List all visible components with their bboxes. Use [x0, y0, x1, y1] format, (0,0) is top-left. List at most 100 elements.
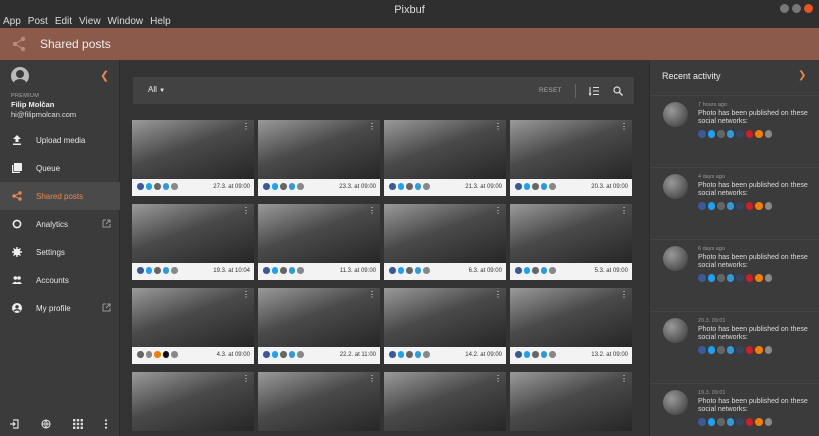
network-icon — [707, 346, 715, 354]
activity-thumbnail — [663, 390, 688, 415]
more-options-icon[interactable]: ⋮ — [494, 122, 502, 131]
more-options-icon[interactable]: ⋮ — [494, 374, 502, 383]
post-card[interactable]: ⋮ 19.3. at 10:04 — [132, 204, 254, 280]
network-icon — [397, 267, 404, 274]
collapse-sidebar-icon[interactable]: ❮ — [100, 69, 109, 82]
post-card[interactable]: ⋮ 20.3. at 09:00 — [510, 120, 632, 196]
network-icon — [707, 274, 715, 282]
more-options-icon[interactable]: ⋮ — [242, 290, 250, 299]
menu-app[interactable]: App — [3, 16, 21, 27]
post-photo — [132, 288, 254, 347]
more-options-icon[interactable]: ⋮ — [242, 374, 250, 383]
more-options-icon[interactable]: ⋮ — [368, 122, 376, 131]
post-card[interactable]: ⋮ — [132, 372, 254, 431]
post-card[interactable]: ⋮ 14.2. at 09:00 — [384, 288, 506, 364]
post-date: 13.2. at 09:00 — [591, 352, 628, 358]
close-button[interactable] — [804, 4, 813, 13]
post-date: 6.3. at 09:00 — [468, 268, 502, 274]
activity-item[interactable]: 4 days ago Photo has been published on th… — [650, 167, 819, 239]
window-title: Pixbuf — [394, 4, 425, 16]
post-card[interactable]: ⋮ — [510, 372, 632, 431]
more-options-icon[interactable]: ⋮ — [620, 122, 628, 131]
network-icon — [288, 351, 295, 358]
maximize-button[interactable] — [792, 4, 801, 13]
post-photo — [258, 120, 380, 179]
title-bar: Pixbuf App Post Edit View Window Help — [0, 0, 819, 28]
post-card[interactable]: ⋮ — [258, 372, 380, 431]
activity-item[interactable]: 6 days ago Photo has been published on th… — [650, 239, 819, 311]
sidebar-item-analytics[interactable]: Analytics — [0, 210, 120, 238]
network-icons — [698, 274, 798, 282]
activity-item[interactable]: 19.3. 09:01 Photo has been published on t… — [650, 383, 819, 436]
sidebar-item-upload-media[interactable]: Upload media — [0, 126, 120, 154]
more-options-icon[interactable]: ⋮ — [368, 206, 376, 215]
more-options-icon[interactable]: ⋮ — [368, 374, 376, 383]
post-card[interactable]: ⋮ — [384, 372, 506, 431]
filter-dropdown[interactable]: All ▼ — [148, 85, 165, 94]
menu-window[interactable]: Window — [108, 16, 144, 27]
reset-button[interactable]: RESET — [539, 87, 562, 94]
gear-icon — [12, 247, 22, 257]
network-icons — [698, 418, 798, 426]
post-card[interactable]: ⋮ 22.2. at 11:00 — [258, 288, 380, 364]
activity-item[interactable]: 20.3. 09:01 Photo has been published on t… — [650, 311, 819, 383]
more-options-icon[interactable]: ⋮ — [620, 206, 628, 215]
more-options-icon[interactable]: ⋮ — [620, 374, 628, 383]
post-card[interactable]: ⋮ 13.2. at 09:00 — [510, 288, 632, 364]
post-card[interactable]: ⋮ 5.3. at 09:00 — [510, 204, 632, 280]
network-icon — [414, 267, 421, 274]
minimize-button[interactable] — [780, 4, 789, 13]
post-photo — [258, 372, 380, 431]
sidebar-item-accounts[interactable]: Accounts — [0, 266, 120, 294]
post-date: 22.2. at 11:00 — [339, 352, 376, 358]
chevron-right-icon[interactable]: ❯ — [798, 70, 806, 81]
menu-post[interactable]: Post — [28, 16, 48, 27]
network-icon — [280, 183, 287, 190]
avatar[interactable] — [11, 67, 29, 85]
post-card[interactable]: ⋮ 27.3. at 09:00 — [132, 120, 254, 196]
activity-item[interactable]: 7 hours ago Photo has been published on t… — [650, 95, 819, 167]
network-icons — [389, 267, 430, 274]
network-icon — [698, 418, 706, 426]
search-icon[interactable] — [613, 86, 623, 96]
network-icon — [263, 351, 270, 358]
post-card[interactable]: ⋮ 21.3. at 09:00 — [384, 120, 506, 196]
profile-icon — [12, 303, 22, 313]
network-icon — [145, 351, 152, 358]
apps-grid-icon[interactable] — [73, 419, 83, 429]
more-options-icon[interactable]: ⋮ — [242, 206, 250, 215]
post-photo — [510, 288, 632, 347]
menu-help[interactable]: Help — [150, 16, 171, 27]
sidebar-item-shared-posts[interactable]: Shared posts — [0, 182, 120, 210]
post-card[interactable]: ⋮ 6.3. at 09:00 — [384, 204, 506, 280]
network-icon — [755, 274, 763, 282]
network-icon — [280, 267, 287, 274]
network-icon — [764, 274, 772, 282]
post-card[interactable]: ⋮ 11.3. at 09:00 — [258, 204, 380, 280]
post-card[interactable]: ⋮ 23.3. at 09:00 — [258, 120, 380, 196]
network-icon — [707, 202, 715, 210]
sort-list-icon[interactable] — [589, 86, 599, 96]
sidebar-item-my-profile[interactable]: My profile — [0, 294, 120, 322]
more-options-icon[interactable]: ⋮ — [494, 290, 502, 299]
queue-icon — [12, 163, 22, 173]
globe-icon[interactable] — [41, 419, 51, 429]
post-photo — [384, 288, 506, 347]
post-date: 14.2. at 09:00 — [465, 352, 502, 358]
more-options-icon[interactable]: ⋮ — [494, 206, 502, 215]
more-options-icon[interactable]: ⋮ — [242, 122, 250, 131]
posts-toolbar: All ▼ RESET — [133, 77, 634, 104]
menu-view[interactable]: View — [79, 16, 101, 27]
user-name: Filip Molčan — [11, 100, 55, 109]
post-card[interactable]: ⋮ 4.3. at 09:00 — [132, 288, 254, 364]
activity-text: Photo has been published on these social… — [698, 110, 808, 125]
logout-icon[interactable] — [9, 419, 19, 429]
sidebar-item-queue[interactable]: Queue — [0, 154, 120, 182]
sidebar-item-settings[interactable]: Settings — [0, 238, 120, 266]
network-icon — [171, 351, 178, 358]
menu-edit[interactable]: Edit — [55, 16, 72, 27]
more-options-icon[interactable]: ⋮ — [368, 290, 376, 299]
post-photo — [132, 120, 254, 179]
more-options-icon[interactable]: ⋮ — [620, 290, 628, 299]
more-vertical-icon[interactable] — [101, 419, 111, 429]
